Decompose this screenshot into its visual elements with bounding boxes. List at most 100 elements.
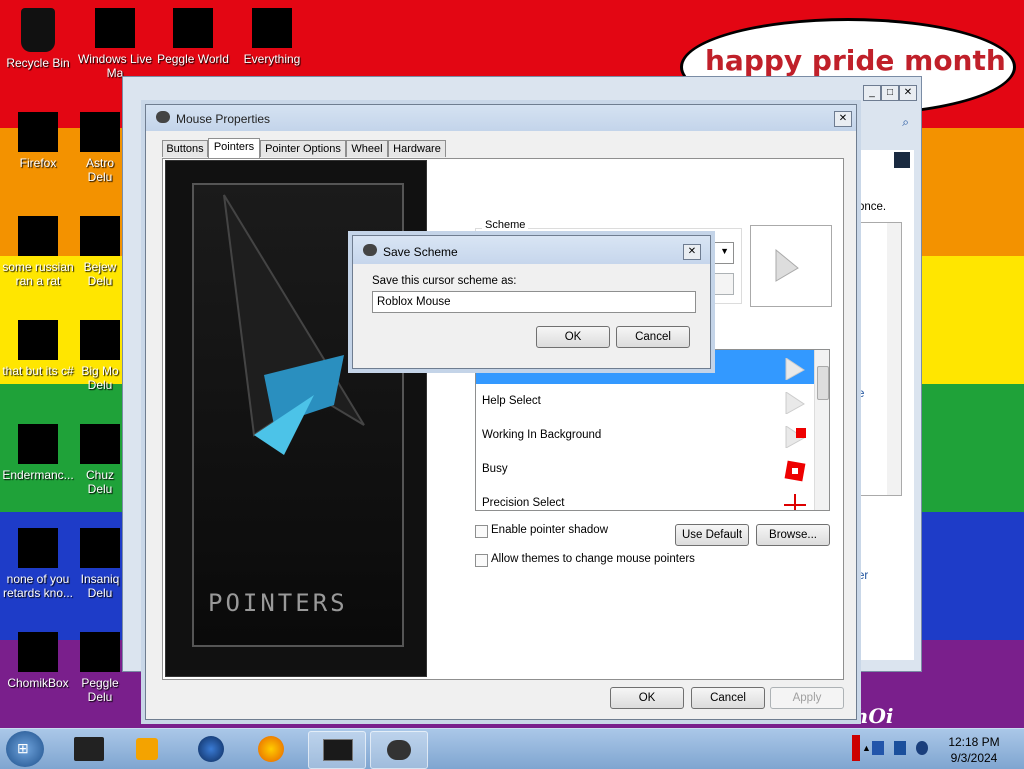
desktop-icon-astro[interactable]: Astro Delu: [77, 112, 123, 184]
link-fragment[interactable]: er: [858, 570, 868, 582]
censored-icon: [80, 632, 120, 672]
censored-icon: [173, 8, 213, 48]
taskbar-item-mouse-properties[interactable]: [370, 731, 428, 769]
bubble-text: happy pride month: [705, 44, 1006, 77]
desktop-icon-label: Bejew Delu: [83, 260, 117, 288]
desktop-icon-chomikbox[interactable]: ChomikBox: [0, 632, 76, 690]
start-button[interactable]: ⊞: [6, 731, 44, 767]
apply-button[interactable]: Apply: [770, 687, 844, 709]
censored-icon: [18, 632, 58, 672]
close-button[interactable]: ✕: [899, 85, 917, 101]
browse-button[interactable]: Browse...: [756, 524, 830, 546]
list-item-label: Precision Select: [482, 497, 565, 509]
monitor-icon: [323, 739, 353, 761]
chevron-down-icon: ▼: [720, 246, 729, 256]
list-item[interactable]: Working In Background: [476, 418, 814, 452]
title-bar: Mouse Properties ✕: [146, 105, 856, 131]
desktop-icon-enderman[interactable]: Endermanc...: [0, 424, 76, 482]
taskbar-item-globe[interactable]: [184, 731, 240, 767]
desktop-icon-label: Big Mo Delu: [81, 364, 119, 392]
list-item-label: Help Select: [482, 395, 541, 407]
customize-list[interactable]: Normal Select Help Select Working In Bac…: [475, 349, 830, 511]
background-list: [856, 222, 902, 496]
censored-icon: [80, 424, 120, 464]
desktop-icon-label: Peggle Delu: [81, 676, 119, 704]
ok-button[interactable]: OK: [610, 687, 684, 709]
list-item[interactable]: Help Select: [476, 384, 814, 418]
desktop-icon-bejeweled[interactable]: Bejew Delu: [77, 216, 123, 288]
taskbar-item-firefox[interactable]: [244, 731, 300, 767]
volume-icon[interactable]: [916, 741, 928, 755]
scroll-thumb[interactable]: [817, 366, 829, 400]
desktop-icon-peggle-deluxe[interactable]: Peggle Delu: [77, 632, 123, 704]
tab-buttons[interactable]: Buttons: [162, 140, 208, 157]
tab-hardware[interactable]: Hardware: [388, 140, 446, 157]
partial-text: once.: [858, 201, 887, 213]
use-default-button[interactable]: Use Default: [675, 524, 749, 546]
link-fragment[interactable]: e: [858, 388, 864, 400]
crosshair-cursor-icon: [784, 494, 806, 510]
ok-button[interactable]: OK: [536, 326, 610, 348]
tab-pointers[interactable]: Pointers: [208, 138, 260, 158]
scheme-name-input[interactable]: [372, 291, 696, 313]
app-icon: [894, 152, 910, 168]
taskbar-item-media-player[interactable]: [120, 731, 176, 767]
desktop-icon-label: Endermanc...: [2, 468, 74, 482]
arrow-cursor-icon: [775, 248, 799, 282]
save-scheme-dialog: Save Scheme ✕ Save this cursor scheme as…: [352, 235, 711, 369]
checkbox-box[interactable]: [475, 525, 488, 538]
list-item[interactable]: Precision Select: [476, 486, 814, 510]
checkbox-box[interactable]: [475, 554, 488, 567]
desktop-icon-that-but[interactable]: that but its c#: [0, 320, 76, 378]
taskbar-item-control-panel[interactable]: [308, 731, 366, 769]
busy-cursor-icon: [784, 460, 806, 482]
show-hidden-icons-chevron-icon[interactable]: ▲: [862, 743, 871, 753]
list-scrollbar[interactable]: [814, 350, 829, 510]
clock-time[interactable]: 12:18 PM: [942, 735, 1006, 749]
desktop-icon-windows-live[interactable]: Windows Live Ma: [77, 8, 153, 80]
desktop-icon-big-money[interactable]: Big Mo Delu: [77, 320, 123, 392]
maximize-button[interactable]: □: [881, 85, 899, 101]
desktop-icon-insaniquarium[interactable]: Insaniq Delu: [77, 528, 123, 600]
desktop-icon-recycle-bin[interactable]: Recycle Bin: [0, 8, 76, 70]
mouse-icon: [363, 244, 377, 256]
folder-icon: [74, 737, 104, 761]
mouse-properties-dialog: Mouse Properties ✕ Buttons Pointers Poin…: [145, 104, 857, 720]
desktop-icon-peggle-world[interactable]: Peggle World: [155, 8, 231, 66]
clock-date[interactable]: 9/3/2024: [942, 751, 1006, 765]
close-button[interactable]: ✕: [834, 111, 852, 127]
notification-flag: [852, 735, 860, 761]
desktop-icon-some-russian[interactable]: some russian ran a rat: [0, 216, 76, 288]
censored-icon: [18, 528, 58, 568]
background-window-content: once. e er: [856, 150, 914, 660]
taskbar: ⊞ ▲ 12:18 PM 9/3/2024: [0, 728, 1024, 769]
desktop-icon-label: that but its c#: [2, 364, 74, 378]
desktop-icon-label: Peggle World: [157, 52, 229, 66]
tray-icon[interactable]: [872, 741, 884, 755]
search-box[interactable]: ⌕: [859, 109, 915, 137]
censored-icon: [80, 112, 120, 152]
list-item-label: Working In Background: [482, 429, 602, 441]
tab-pointer-options[interactable]: Pointer Options: [260, 140, 346, 157]
cancel-button[interactable]: Cancel: [691, 687, 765, 709]
network-icon[interactable]: [894, 741, 906, 755]
desktop-icon-chuzzle[interactable]: Chuz Delu: [77, 424, 123, 496]
desktop-icon-firefox[interactable]: Firefox: [0, 112, 76, 170]
censored-icon: [18, 320, 58, 360]
desktop-icon-label: Everything: [243, 52, 301, 66]
desktop-icon-none-of-you[interactable]: none of you retards kno...: [0, 528, 76, 600]
cancel-button[interactable]: Cancel: [616, 326, 690, 348]
desktop-icon-label: Astro Delu: [85, 156, 114, 184]
minimize-button[interactable]: _: [863, 85, 881, 101]
list-item[interactable]: Busy: [476, 452, 814, 486]
list-item-label: Busy: [482, 463, 508, 475]
title-bar: Save Scheme ✕: [353, 236, 710, 264]
mouse-icon: [156, 111, 170, 123]
desktop-icon-everything[interactable]: Everything: [234, 8, 310, 66]
close-button[interactable]: ✕: [683, 244, 701, 260]
scrollbar[interactable]: [887, 223, 901, 495]
taskbar-item-explorer[interactable]: [62, 731, 118, 767]
scheme-label: Scheme: [482, 219, 529, 231]
checkbox-label: Allow themes to change mouse pointers: [491, 553, 695, 565]
tab-wheel[interactable]: Wheel: [346, 140, 388, 157]
